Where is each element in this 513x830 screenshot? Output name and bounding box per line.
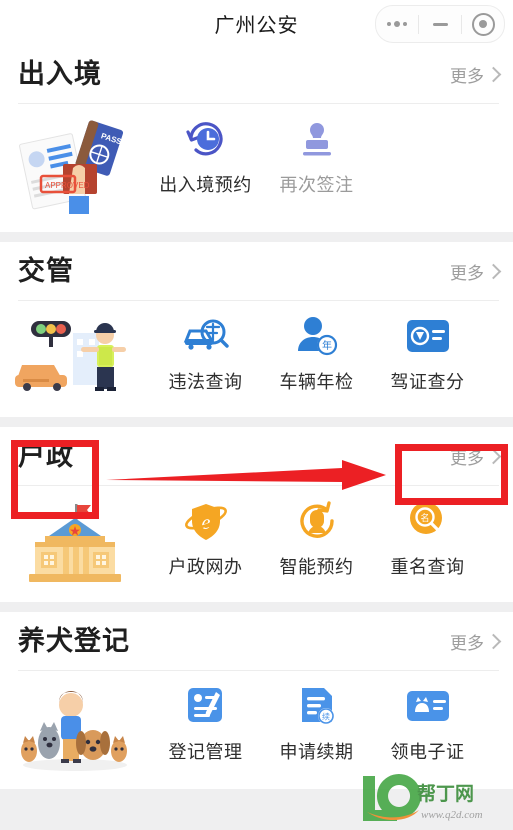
section-household: 户政 更多 e 户政网办 智能预约 名 重名查询: [0, 427, 513, 602]
refresh-head-icon: [295, 498, 339, 544]
minus-icon: [432, 22, 448, 26]
svg-text:续: 续: [322, 712, 330, 722]
tile-label: 驾证查分: [390, 372, 465, 392]
mini-program-page: 广州公安 出入境 更多 PASS APPROVED 出入境预约 再次签注 交管 …: [0, 0, 513, 830]
tile-smart-appointment[interactable]: 智能预约: [261, 498, 372, 579]
section-header: 户政 更多: [0, 427, 513, 485]
government-building-illustration: [0, 498, 150, 586]
tile-violation-query[interactable]: 违法查询: [150, 313, 261, 394]
more-label: 更多: [450, 448, 484, 468]
minimize-button[interactable]: [419, 6, 461, 42]
license-card-icon: [405, 313, 451, 359]
chevron-right-icon: [485, 66, 502, 82]
person-with-dogs-illustration: [0, 683, 150, 773]
tile-label: 智能预约: [279, 557, 354, 577]
tile-label: 申请续期: [279, 742, 354, 762]
tile-list-dog-registration: 登记管理 续 申请续期 领电子证: [150, 683, 513, 764]
tile-registration-management[interactable]: 登记管理: [150, 683, 261, 764]
tile-exit-entry-appointment[interactable]: 出入境预约: [150, 116, 261, 197]
document-pen-icon: [185, 683, 227, 729]
tile-list-exit-entry: 出入境预约 再次签注: [150, 116, 513, 197]
tile-re-endorsement[interactable]: 再次签注: [261, 116, 372, 197]
tile-label: 户政网办: [168, 557, 243, 577]
more-label: 更多: [450, 263, 484, 283]
tile-vehicle-inspection[interactable]: 年 车辆年检: [261, 313, 372, 394]
traffic-police-car-illustration: [0, 313, 150, 401]
person-year-icon: 年: [295, 313, 339, 359]
section-title: 养犬登记: [18, 625, 130, 656]
svg-text:年: 年: [322, 339, 332, 352]
car-search-icon: [183, 313, 229, 359]
section-body: PASS APPROVED 出入境预约 再次签注: [0, 104, 513, 232]
section-body: 违法查询 年 车辆年检 驾证查分: [0, 301, 513, 417]
tile-label: 登记管理: [168, 742, 243, 762]
tile-label: 再次签注: [279, 175, 354, 195]
tile-label: 违法查询: [168, 372, 243, 392]
tile-household-online[interactable]: e 户政网办: [150, 498, 261, 579]
chevron-right-icon: [485, 448, 502, 464]
more-link-traffic[interactable]: 更多: [450, 259, 502, 284]
document-renew-icon: 续: [296, 683, 338, 729]
close-button[interactable]: [462, 6, 504, 42]
name-search-icon: 名: [406, 498, 450, 544]
tile-electronic-certificate[interactable]: 领电子证: [372, 683, 483, 764]
tile-label: 重名查询: [390, 557, 465, 577]
target-circle-icon: [471, 12, 495, 36]
section-title: 户政: [18, 440, 74, 471]
navigation-bar: 广州公安: [0, 0, 513, 45]
tile-renewal-application[interactable]: 续 申请续期: [261, 683, 372, 764]
section-header: 出入境 更多: [0, 45, 513, 103]
chevron-right-icon: [485, 263, 502, 279]
more-label: 更多: [450, 66, 484, 86]
stamp-icon: [295, 116, 339, 162]
section-header: 交管 更多: [0, 242, 513, 300]
chevron-right-icon: [485, 633, 502, 649]
section-body: 登记管理 续 申请续期 领电子证: [0, 671, 513, 789]
passport-documents-illustration: PASS APPROVED: [0, 116, 150, 216]
more-link-household[interactable]: 更多: [450, 444, 502, 469]
svg-text:APPROVED: APPROVED: [45, 181, 90, 190]
more-label: 更多: [450, 633, 484, 653]
tile-label: 车辆年检: [279, 372, 354, 392]
section-header: 养犬登记 更多: [0, 612, 513, 670]
svg-text:名: 名: [420, 512, 429, 523]
tile-label: 出入境预约: [159, 175, 252, 195]
more-link-exit-entry[interactable]: 更多: [450, 62, 502, 87]
section-title: 交管: [18, 255, 74, 286]
tile-label: 领电子证: [390, 742, 465, 762]
tile-list-traffic: 违法查询 年 车辆年检 驾证查分: [150, 313, 513, 394]
more-link-dog-registration[interactable]: 更多: [450, 629, 502, 654]
ellipsis-icon: [387, 21, 407, 27]
e-globe-shield-icon: e: [183, 498, 229, 544]
svg-text:www.q2d.com: www.q2d.com: [421, 809, 483, 821]
wechat-capsule-controls: [375, 5, 505, 43]
clock-refresh-icon: [184, 116, 228, 162]
section-traffic: 交管 更多 违法查询 年 车辆年检 驾证查分: [0, 242, 513, 417]
section-title: 出入境: [18, 58, 102, 89]
tile-list-household: e 户政网办 智能预约 名 重名查询: [150, 498, 513, 579]
tile-license-points[interactable]: 驾证查分: [372, 313, 483, 394]
menu-button[interactable]: [376, 6, 418, 42]
dog-card-icon: [405, 683, 451, 729]
tile-duplicate-name-query[interactable]: 名 重名查询: [372, 498, 483, 579]
section-body: e 户政网办 智能预约 名 重名查询: [0, 486, 513, 602]
section-dog-registration: 养犬登记 更多 登记管理 续 申请续期 领电子证: [0, 612, 513, 789]
section-exit-entry: 出入境 更多 PASS APPROVED 出入境预约 再次签注: [0, 45, 513, 232]
